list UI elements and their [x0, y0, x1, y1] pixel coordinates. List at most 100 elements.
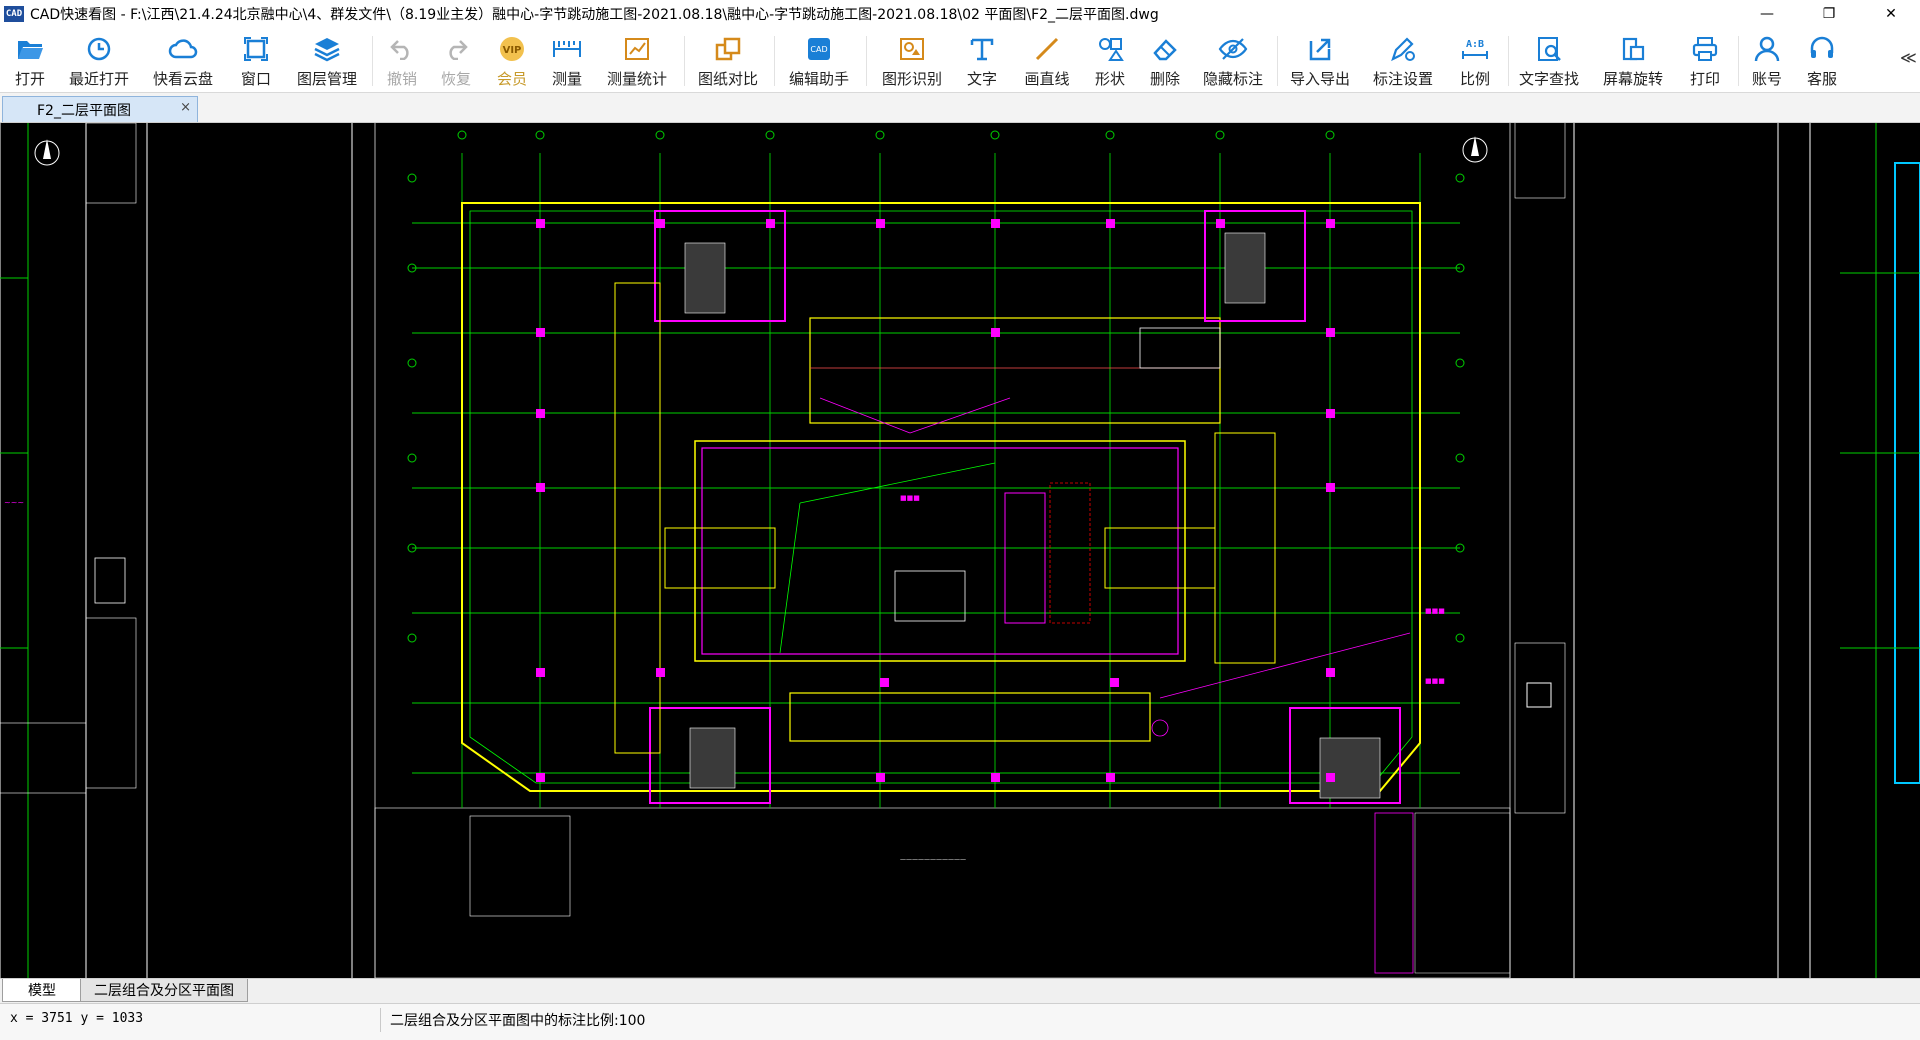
- status-bar: x = 3751 y = 1033 二层组合及分区平面图中的标注比例:100: [0, 1003, 1920, 1040]
- shape-button[interactable]: 形状: [1088, 32, 1132, 90]
- text-search-icon: [1534, 34, 1564, 64]
- close-tab-icon[interactable]: ×: [180, 100, 191, 115]
- floor-plan: ■■■ ■■■ ■■■: [407, 130, 1465, 808]
- svg-text:A:B: A:B: [1466, 39, 1484, 50]
- svg-text:———————————: ———————————: [900, 856, 966, 863]
- print-label: 打印: [1689, 70, 1720, 88]
- edit-helper-button[interactable]: CAD 编辑助手: [786, 32, 852, 90]
- minimize-button[interactable]: —: [1744, 0, 1790, 28]
- cursor-coordinates: x = 3751 y = 1033: [10, 1011, 144, 1026]
- status-divider: [380, 1008, 381, 1032]
- text-t-icon: [967, 34, 997, 64]
- redo-label: 恢复: [440, 70, 471, 88]
- maximize-button[interactable]: ❐: [1806, 0, 1852, 28]
- scale-ab-icon: A:B: [1460, 34, 1490, 64]
- layers-icon: [312, 34, 342, 64]
- rotate-screen-icon: [1618, 34, 1648, 64]
- window-button[interactable]: 窗口: [234, 32, 278, 90]
- printer-icon: [1690, 34, 1720, 64]
- measure-stats-button[interactable]: 测量统计: [604, 32, 670, 90]
- left-sheet: ~~~: [0, 123, 148, 978]
- recent-label: 最近打开: [68, 70, 129, 88]
- shape-recognize-icon: [897, 34, 927, 64]
- draw-line-button[interactable]: 画直线: [1020, 32, 1074, 90]
- shape-icon: [1095, 34, 1125, 64]
- title-bar: CAD CAD快速看图 - F:\江西\21.4.24北京融中心\4、群发文件\…: [0, 0, 1920, 28]
- right-sheet: [1777, 123, 1920, 978]
- user-icon: [1752, 34, 1782, 64]
- print-button[interactable]: 打印: [1683, 32, 1727, 90]
- tab-model[interactable]: 模型: [2, 979, 82, 1002]
- measure-stats-label: 测量统计: [606, 70, 667, 88]
- toolbar-divider: [372, 36, 373, 86]
- import-export-label: 导入导出: [1289, 70, 1350, 88]
- text-label: 文字: [966, 70, 997, 88]
- layers-button[interactable]: 图层管理: [294, 32, 360, 90]
- text-button[interactable]: 文字: [960, 32, 1004, 90]
- undo-icon: [387, 34, 417, 64]
- toolbar-divider: [1508, 36, 1509, 86]
- scale-button[interactable]: A:B 比例: [1453, 32, 1497, 90]
- toolbar-more-button[interactable]: ≪: [1900, 48, 1917, 67]
- text-search-button[interactable]: 文字查找: [1516, 32, 1582, 90]
- toolbar-divider: [1277, 36, 1278, 86]
- tab-layout-plan[interactable]: 二层组合及分区平面图: [80, 979, 248, 1002]
- shape-label: 形状: [1094, 70, 1125, 88]
- main-sheet: ———————————: [351, 123, 1575, 978]
- window-icon: [241, 34, 271, 64]
- annotation-settings-button[interactable]: 标注设置: [1370, 32, 1436, 90]
- toolbar-divider: [774, 36, 775, 86]
- drawing-canvas[interactable]: ~~~ ——————————— ■■■ ■■■ ■■■: [0, 123, 1920, 978]
- recent-button[interactable]: 最近打开: [66, 32, 132, 90]
- open-label: 打开: [14, 70, 45, 88]
- account-button[interactable]: 账号: [1745, 32, 1789, 90]
- open-button[interactable]: 打开: [8, 32, 52, 90]
- measure-button[interactable]: 测量: [545, 32, 589, 90]
- vip-button[interactable]: VIP 会员: [490, 32, 534, 90]
- app-logo-icon: CAD: [4, 6, 24, 22]
- edit-helper-label: 编辑助手: [788, 70, 849, 88]
- chart-ruler-icon: [622, 34, 652, 64]
- text-search-label: 文字查找: [1518, 70, 1579, 88]
- import-export-button[interactable]: 导入导出: [1287, 32, 1353, 90]
- line-icon: [1032, 34, 1062, 64]
- redo-icon: [441, 34, 471, 64]
- toolbar-divider: [1738, 36, 1739, 86]
- cloud-icon: [168, 34, 198, 64]
- redo-button[interactable]: 恢复: [434, 32, 478, 90]
- scale-label: 比例: [1459, 70, 1490, 88]
- compare-button[interactable]: 图纸对比: [695, 32, 761, 90]
- svg-text:VIP: VIP: [503, 45, 522, 56]
- window-title: CAD快速看图 - F:\江西\21.4.24北京融中心\4、群发文件\（8.1…: [30, 7, 1159, 23]
- svg-text:CAD: CAD: [810, 45, 827, 54]
- document-tab[interactable]: F2_二层平面图 ×: [2, 96, 198, 122]
- document-tab-strip: F2_二层平面图 ×: [0, 93, 1920, 123]
- compare-label: 图纸对比: [697, 70, 758, 88]
- draw-line-label: 画直线: [1024, 70, 1070, 88]
- export-icon: [1305, 34, 1335, 64]
- annotation-settings-label: 标注设置: [1372, 70, 1433, 88]
- rotate-screen-button[interactable]: 屏幕旋转: [1600, 32, 1666, 90]
- folder-open-icon: [15, 34, 45, 64]
- svg-text:~~~: ~~~: [4, 498, 24, 507]
- cloud-button[interactable]: 快看云盘: [150, 32, 216, 90]
- toolbar-divider: [684, 36, 685, 86]
- hide-annotations-button[interactable]: 隐藏标注: [1200, 32, 1266, 90]
- support-button[interactable]: 客服: [1800, 32, 1844, 90]
- main-toolbar: 打开 最近打开 快看云盘 窗口 图层管理 撤销 恢复 VIP 会员 测量 测量统…: [0, 28, 1920, 93]
- eye-off-icon: [1218, 34, 1248, 64]
- eraser-icon: [1150, 34, 1180, 64]
- undo-button[interactable]: 撤销: [380, 32, 424, 90]
- measure-label: 测量: [551, 70, 582, 88]
- support-label: 客服: [1806, 70, 1837, 88]
- delete-button[interactable]: 删除: [1143, 32, 1187, 90]
- account-label: 账号: [1751, 70, 1782, 88]
- rotate-screen-label: 屏幕旋转: [1602, 70, 1663, 88]
- close-button[interactable]: ✕: [1868, 0, 1914, 28]
- layers-label: 图层管理: [296, 70, 357, 88]
- shape-recognize-button[interactable]: 图形识别: [879, 32, 945, 90]
- cad-drawing: ~~~ ——————————— ■■■ ■■■ ■■■: [0, 123, 1920, 978]
- toolbar-divider: [866, 36, 867, 86]
- clock-icon: [84, 34, 114, 64]
- undo-label: 撤销: [386, 70, 417, 88]
